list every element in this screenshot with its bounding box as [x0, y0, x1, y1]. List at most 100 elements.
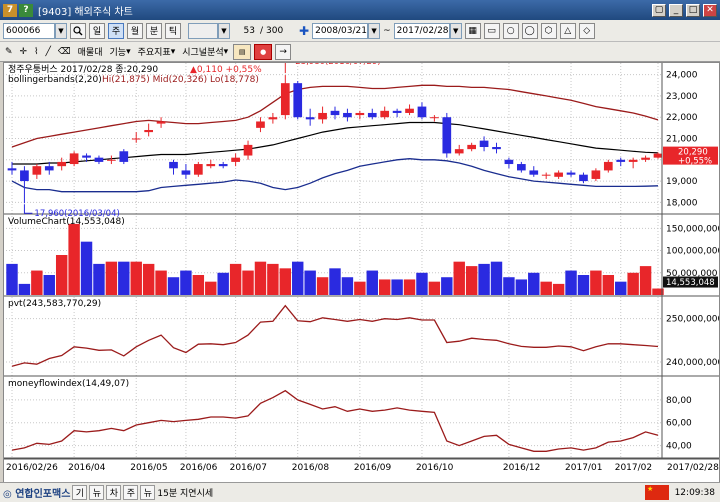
- menu-indicators[interactable]: 주요지표 ▾: [136, 44, 178, 60]
- volume-bar: [354, 281, 366, 295]
- status-btn-news[interactable]: 뉴: [89, 485, 105, 500]
- close-button[interactable]: ✕: [703, 3, 717, 17]
- volume-flag-value: 14,553,048: [666, 278, 715, 288]
- search-icon[interactable]: [70, 22, 86, 39]
- delay-notice: 15분 지연시세: [157, 489, 214, 499]
- crosshair-icon[interactable]: ✛: [18, 44, 30, 60]
- pencil-icon[interactable]: ✎: [3, 44, 15, 60]
- eraser-icon[interactable]: ⌫: [56, 44, 73, 60]
- period-minute-button[interactable]: 분: [146, 22, 162, 39]
- mfi-tick-label: 40,00: [666, 442, 692, 452]
- chevron-down-icon: ▾: [126, 46, 131, 57]
- volume-bar: [540, 281, 552, 295]
- stock-chart[interactable]: 24,00023,00022,00021,00020,00019,00018,0…: [4, 63, 719, 487]
- volume-bar: [254, 261, 267, 295]
- candle-body: [579, 174, 588, 182]
- volume-bar: [416, 272, 428, 295]
- period-month-button[interactable]: 월: [127, 22, 143, 39]
- x-axis-label: 2017/02: [615, 463, 652, 473]
- volume-bar: [93, 263, 105, 295]
- grid-view-icon[interactable]: ▦: [464, 22, 481, 39]
- mfi-tick-label: 60,00: [666, 419, 692, 429]
- high-marker-label: 23,980(2016/07/29): [295, 63, 380, 67]
- diamond-tool-icon[interactable]: ◇: [578, 22, 595, 39]
- candle-body: [156, 121, 166, 124]
- status-btn-ratio[interactable]: 뉴: [140, 485, 156, 500]
- candle-body: [479, 140, 489, 148]
- candle-body: [107, 159, 116, 161]
- candle-body: [516, 164, 526, 171]
- volume-bar: [31, 270, 43, 295]
- change-label: ▲0,110 +0,55%: [190, 65, 262, 75]
- chart-type-icon[interactable]: ⌇: [32, 44, 40, 60]
- candle-body: [566, 172, 576, 175]
- high-marker-line: [284, 63, 286, 74]
- arrow-tool-icon[interactable]: →: [275, 43, 292, 60]
- volume-bar: [428, 281, 441, 295]
- candle-body: [32, 166, 42, 175]
- bollinger-values: Hi(21,875) Mid(20,326) Lo(18,778): [102, 75, 259, 85]
- volume-bar: [18, 283, 31, 295]
- price-tick-label: 18,000: [666, 198, 698, 208]
- x-axis-label: 2016/12: [503, 463, 540, 473]
- volume-bar: [292, 261, 304, 295]
- stock-code-input[interactable]: 600066: [3, 22, 55, 39]
- candle-body: [305, 117, 315, 120]
- price-tick-label: 23,000: [666, 92, 698, 102]
- interval-dropdown-icon[interactable]: ▼: [218, 22, 230, 39]
- candle-body: [169, 161, 178, 169]
- volume-bar: [68, 223, 80, 295]
- hexagon-tool-icon[interactable]: ⬡: [540, 22, 557, 39]
- menu-functions[interactable]: 기능 ▾: [108, 44, 133, 60]
- menu-volume-profile[interactable]: 매물대: [76, 44, 105, 60]
- period-week-button[interactable]: 주: [108, 22, 124, 39]
- volume-bar: [167, 277, 180, 295]
- date-from-dropdown-icon[interactable]: ▼: [368, 22, 381, 39]
- volume-bar: [639, 266, 652, 295]
- app-icon: 7: [3, 3, 17, 17]
- status-btn-price[interactable]: 주: [123, 485, 139, 500]
- triangle-tool-icon[interactable]: △: [559, 22, 576, 39]
- maximize-button[interactable]: □: [686, 3, 700, 17]
- volume-bar: [366, 270, 378, 295]
- stock-record-icon[interactable]: ●: [254, 43, 273, 60]
- candle-body: [330, 110, 340, 116]
- menu-signal-analysis[interactable]: 시그널분석 ▾: [180, 44, 230, 60]
- help-icon[interactable]: ?: [19, 3, 33, 17]
- stock-name-label: 정주우퉁버스 2017/02/28 종:20,290: [8, 64, 158, 75]
- x-axis-label: 2016/09: [354, 463, 392, 473]
- data-export-icon[interactable]: ▤: [233, 43, 252, 60]
- restore-window-icon[interactable]: ▢: [652, 3, 666, 17]
- volume-bar: [528, 272, 540, 295]
- minimize-button[interactable]: _: [669, 3, 683, 17]
- rectangle-tool-icon[interactable]: ▭: [483, 22, 500, 39]
- period-day-button[interactable]: 일: [89, 22, 105, 39]
- chart-area[interactable]: 24,00023,00022,00021,00020,00019,00018,0…: [3, 62, 720, 488]
- candle-body: [218, 164, 228, 167]
- volume-bar: [391, 279, 403, 295]
- mfi-label: moneyflowindex(14,49,07): [8, 379, 129, 389]
- window-title: [9403] 해외주식 차트: [38, 6, 133, 18]
- date-to-input[interactable]: 2017/02/28: [393, 22, 450, 39]
- candle-body: [69, 153, 79, 165]
- interval-input[interactable]: [188, 22, 218, 39]
- bollinger-middle-line: [12, 121, 659, 165]
- add-icon[interactable]: ✚: [299, 24, 309, 38]
- period-tick-button[interactable]: 틱: [165, 22, 181, 39]
- x-axis-label: 2016/05: [130, 463, 167, 473]
- count-total: 300: [266, 25, 284, 36]
- candle-body: [454, 149, 464, 154]
- stock-code-dropdown-icon[interactable]: ▼: [55, 22, 67, 39]
- price-flag-pct: +0,55%: [678, 157, 712, 167]
- count-separator: /: [260, 25, 264, 36]
- date-from-input[interactable]: 2008/03/21: [312, 22, 369, 39]
- volume-bar: [503, 277, 515, 295]
- volume-bar: [441, 277, 453, 295]
- status-btn-chart[interactable]: 차: [106, 485, 122, 500]
- circle-tool-icon[interactable]: ◯: [521, 22, 538, 39]
- date-to-dropdown-icon[interactable]: ▼: [449, 22, 462, 39]
- candle-body: [44, 166, 54, 171]
- ellipse-tool-icon[interactable]: ○: [502, 22, 519, 39]
- line-icon[interactable]: ╱: [44, 44, 53, 60]
- status-btn-basic[interactable]: 기: [72, 485, 88, 500]
